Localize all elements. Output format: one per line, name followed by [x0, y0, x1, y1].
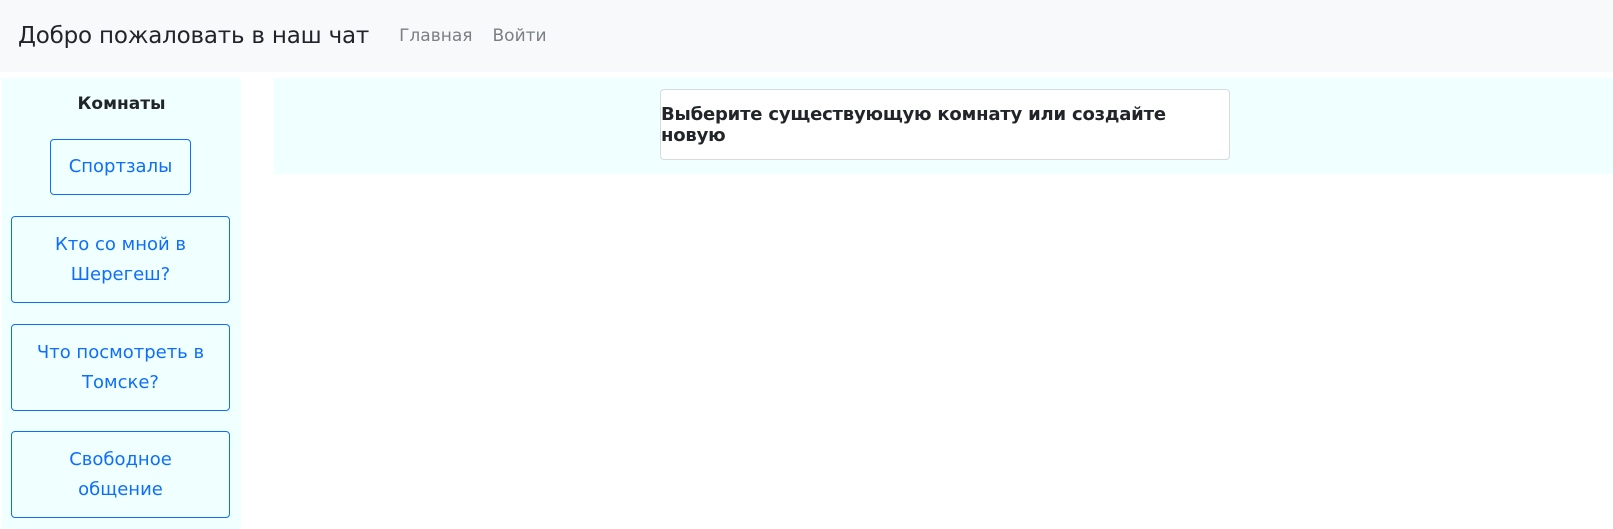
room-button-label: Кто со мной в Шерегеш?: [54, 233, 187, 285]
room-button-label: Свободное общение: [69, 448, 172, 500]
room-button-sheregesh[interactable]: Кто со мной в Шерегеш?: [11, 216, 230, 303]
select-room-prompt-card: Выберите существующую комнату или создай…: [660, 89, 1230, 160]
room-button-tomsk[interactable]: Что посмотреть в Томске?: [11, 324, 230, 411]
select-room-prompt: Выберите существующую комнату или создай…: [661, 103, 1166, 146]
room-button-label: Спортзалы: [68, 156, 173, 177]
sidebar-title: Комнаты: [77, 94, 166, 114]
nav-link-login[interactable]: Войти: [493, 27, 547, 45]
top-navbar: Добро пожаловать в наш чат Главная Войти: [0, 0, 1613, 72]
room-button-label: Что посмотреть в Томске?: [36, 341, 205, 393]
navbar-brand[interactable]: Добро пожаловать в наш чат: [18, 24, 369, 48]
room-button-free-talk[interactable]: Свободное общение: [11, 431, 230, 518]
nav-link-home[interactable]: Главная: [399, 27, 472, 45]
room-button-gyms[interactable]: Спортзалы: [50, 139, 191, 195]
